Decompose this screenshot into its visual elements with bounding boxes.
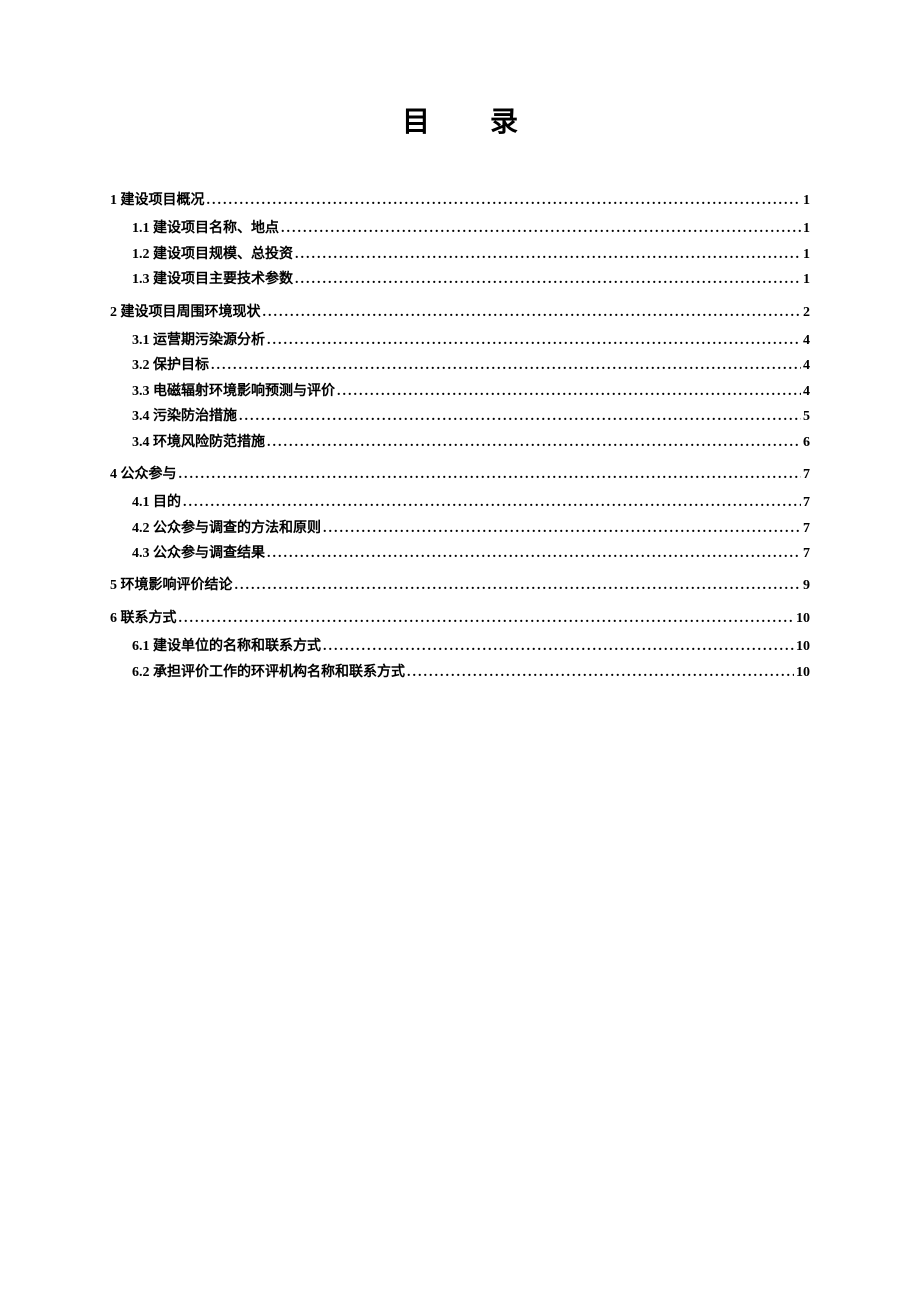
toc-entry: 4.1 目的 7 (132, 492, 810, 514)
toc-entry-page: 4 (803, 330, 810, 352)
toc-entry: 3.1 运营期污染源分析 4 (132, 330, 810, 352)
toc-entry-page: 10 (796, 608, 810, 630)
toc-entry-page: 9 (803, 575, 810, 597)
toc-leader-dots (267, 330, 801, 352)
toc-section: 1 建设项目概况 11.1 建设项目名称、地点 11.2 建设项目规模、总投资 … (110, 190, 810, 292)
toc-entry-label: 6.2 承担评价工作的环评机构名称和联系方式 (132, 662, 405, 684)
toc-leader-dots (337, 381, 801, 403)
toc-entry-label: 4.2 公众参与调查的方法和原则 (132, 518, 321, 540)
toc-entry-page: 1 (803, 218, 810, 240)
toc-section: 2 建设项目周围环境现状 23.1 运营期污染源分析 43.2 保护目标 43.… (110, 302, 810, 454)
toc-entry-page: 4 (803, 381, 810, 403)
toc-entry-page: 7 (803, 464, 810, 486)
toc-entry-page: 1 (803, 244, 810, 266)
toc-entry-label: 3.2 保护目标 (132, 355, 209, 377)
toc-entry-label: 6.1 建设单位的名称和联系方式 (132, 636, 321, 658)
toc-entry-page: 7 (803, 543, 810, 565)
toc-leader-dots (267, 432, 801, 454)
toc-entry: 3.4 污染防治措施 5 (132, 406, 810, 428)
toc-leader-dots (323, 518, 801, 540)
toc-entry: 5 环境影响评价结论 9 (110, 575, 810, 597)
toc-entry-label: 1 建设项目概况 (110, 190, 205, 212)
toc-entry: 3.3 电磁辐射环境影响预测与评价 4 (132, 381, 810, 403)
toc-section: 4 公众参与 74.1 目的 74.2 公众参与调查的方法和原则 74.3 公众… (110, 464, 810, 566)
toc-leader-dots (239, 406, 801, 428)
toc-entry: 6.2 承担评价工作的环评机构名称和联系方式 10 (132, 662, 810, 684)
toc-entry-label: 3.4 环境风险防范措施 (132, 432, 265, 454)
toc-entry-label: 4.3 公众参与调查结果 (132, 543, 265, 565)
toc-entry: 3.4 环境风险防范措施 6 (132, 432, 810, 454)
toc-entry: 4.2 公众参与调查的方法和原则 7 (132, 518, 810, 540)
toc-leader-dots (179, 464, 802, 486)
toc-entry-page: 7 (803, 492, 810, 514)
toc-entry-label: 3.4 污染防治措施 (132, 406, 237, 428)
toc-entry-label: 3.3 电磁辐射环境影响预测与评价 (132, 381, 335, 403)
toc-leader-dots (295, 244, 801, 266)
toc-entry-label: 3.1 运营期污染源分析 (132, 330, 265, 352)
toc-leader-dots (263, 302, 802, 324)
toc-entry-page: 6 (803, 432, 810, 454)
toc-entry-page: 10 (796, 662, 810, 684)
toc-leader-dots (179, 608, 795, 630)
toc-section: 5 环境影响评价结论 9 (110, 575, 810, 597)
toc-leader-dots (207, 190, 802, 212)
toc-entry-label: 1.1 建设项目名称、地点 (132, 218, 279, 240)
toc-leader-dots (281, 218, 801, 240)
toc-entry-page: 2 (803, 302, 810, 324)
toc-section: 6 联系方式 106.1 建设单位的名称和联系方式 106.2 承担评价工作的环… (110, 608, 810, 684)
toc-entry: 3.2 保护目标 4 (132, 355, 810, 377)
toc-entry-label: 2 建设项目周围环境现状 (110, 302, 261, 324)
toc-entry-page: 10 (796, 636, 810, 658)
toc-entry-label: 1.2 建设项目规模、总投资 (132, 244, 293, 266)
toc-entry-label: 1.3 建设项目主要技术参数 (132, 269, 293, 291)
toc-entry: 2 建设项目周围环境现状 2 (110, 302, 810, 324)
toc-leader-dots (183, 492, 801, 514)
toc-entry-label: 4 公众参与 (110, 464, 177, 486)
toc-entry-page: 5 (803, 406, 810, 428)
toc-leader-dots (235, 575, 802, 597)
toc-entry: 1 建设项目概况 1 (110, 190, 810, 212)
toc-entry: 6.1 建设单位的名称和联系方式 10 (132, 636, 810, 658)
toc-entry-page: 1 (803, 269, 810, 291)
toc-entry-page: 7 (803, 518, 810, 540)
toc-entry: 4 公众参与 7 (110, 464, 810, 486)
toc-entry: 1.2 建设项目规模、总投资 1 (132, 244, 810, 266)
toc-entry: 1.3 建设项目主要技术参数 1 (132, 269, 810, 291)
toc-leader-dots (323, 636, 794, 658)
toc-entry-label: 5 环境影响评价结论 (110, 575, 233, 597)
toc-leader-dots (295, 269, 801, 291)
toc-entry: 6 联系方式 10 (110, 608, 810, 630)
toc-entry-label: 4.1 目的 (132, 492, 181, 514)
table-of-contents: 1 建设项目概况 11.1 建设项目名称、地点 11.2 建设项目规模、总投资 … (110, 190, 810, 684)
toc-leader-dots (267, 543, 801, 565)
toc-entry-page: 4 (803, 355, 810, 377)
toc-leader-dots (211, 355, 801, 377)
toc-entry: 1.1 建设项目名称、地点 1 (132, 218, 810, 240)
page-title: 目录 (110, 100, 810, 140)
toc-leader-dots (407, 662, 794, 684)
toc-entry-page: 1 (803, 190, 810, 212)
toc-entry-label: 6 联系方式 (110, 608, 177, 630)
toc-entry: 4.3 公众参与调查结果 7 (132, 543, 810, 565)
